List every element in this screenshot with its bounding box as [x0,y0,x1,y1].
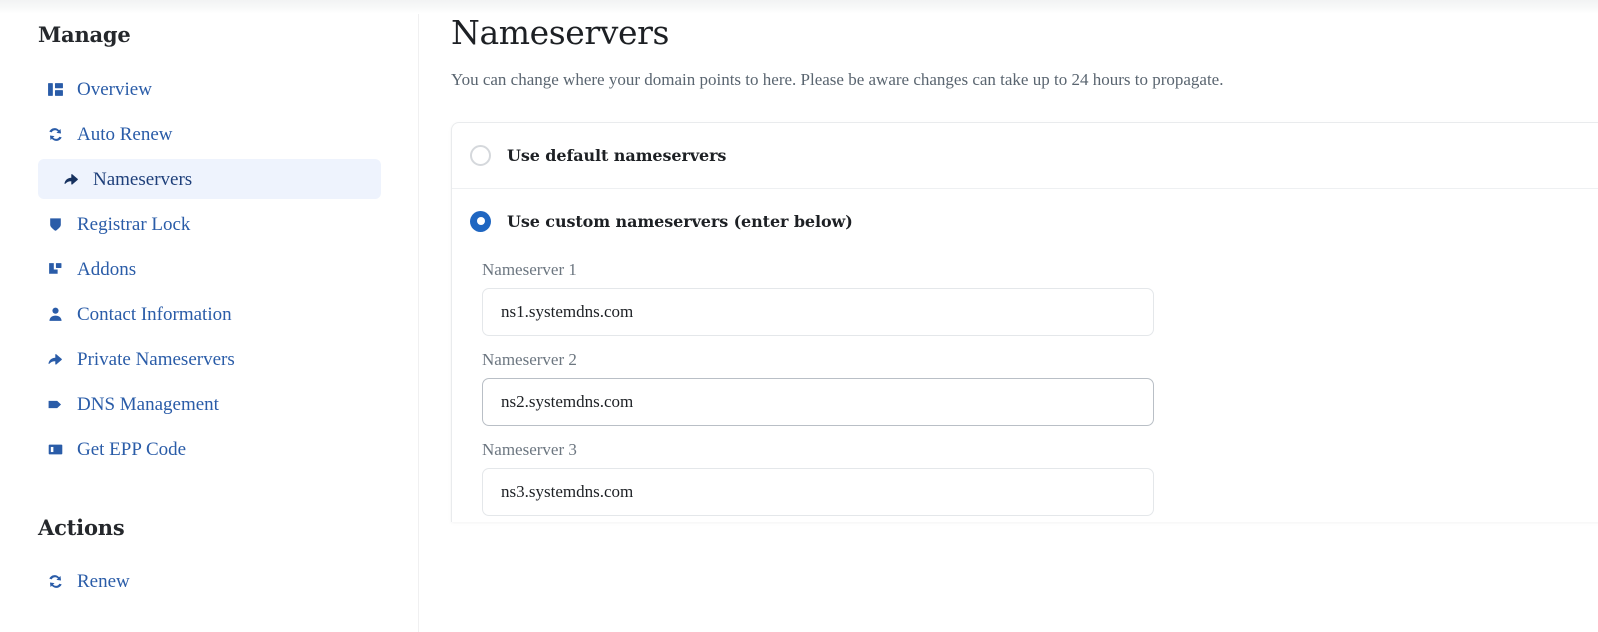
page-layout: Manage Overview Auto Renew Nameservers R… [0,0,1598,632]
refresh-sync-icon [46,125,65,144]
input-nameserver-1[interactable] [482,287,1154,336]
shield-icon [46,215,65,234]
main-content: Nameservers You can change where your do… [419,0,1598,632]
field-label-nameserver-3: Nameserver 3 [482,439,577,459]
sidebar-item-registrar-lock[interactable]: Registrar Lock [38,204,381,244]
field-label-nameserver-2: Nameserver 2 [482,349,577,369]
arrow-right-curved-icon [46,350,65,369]
sidebar: Manage Overview Auto Renew Nameservers R… [0,0,419,632]
input-nameserver-2[interactable] [482,377,1154,426]
sidebar-item-dns-management[interactable]: DNS Management [38,384,381,424]
sidebar-item-label: Private Nameservers [77,348,235,370]
radio-label-custom-nameservers[interactable]: Use custom nameservers (enter below) [507,212,853,231]
option-row-default-nameservers[interactable]: Use default nameservers [452,123,1598,189]
sidebar-item-label: Contact Information [77,303,232,325]
option-row-custom-nameservers[interactable]: Use custom nameservers (enter below) [452,189,1598,246]
input-nameserver-3[interactable] [482,467,1154,516]
sidebar-item-label: DNS Management [77,393,219,415]
layout-columns-icon [46,80,65,99]
tag-icon [46,395,65,414]
sidebar-item-get-epp-code[interactable]: Get EPP Code [38,429,381,469]
page-title: Nameservers [451,13,670,52]
radio-custom-nameservers[interactable] [470,210,491,232]
field-nameserver-2: Nameserver 2 [482,350,1598,426]
radio-label-default-nameservers[interactable]: Use default nameservers [507,146,726,165]
sidebar-item-renew[interactable]: Renew [38,561,381,601]
sidebar-item-label: Get EPP Code [77,438,187,460]
radio-default-nameservers[interactable] [470,144,491,166]
sidebar-item-addons[interactable]: Addons [38,249,381,289]
sidebar-heading-manage: Manage [38,22,131,47]
sidebar-item-label: Addons [77,258,137,280]
sidebar-item-label: Overview [77,78,152,100]
sidebar-manage-nav: Overview Auto Renew Nameservers Registra… [38,69,419,469]
sidebar-actions-nav: Renew [38,561,419,601]
field-spacer [482,432,1598,440]
sidebar-heading-actions: Actions [38,515,125,540]
sidebar-item-private-nameservers[interactable]: Private Nameservers [38,339,381,379]
sidebar-item-label: Nameservers [93,168,193,190]
field-nameserver-3: Nameserver 3 [482,440,1598,516]
nameservers-card: Use default nameservers Use custom names… [451,121,1598,522]
sidebar-item-label: Auto Renew [77,123,173,145]
page-subtitle: You can change where your domain points … [451,69,1224,89]
user-icon [46,305,65,324]
sidebar-item-label: Registrar Lock [77,213,191,235]
sidebar-item-label: Renew [77,570,130,592]
sidebar-item-nameservers[interactable]: Nameservers [38,159,381,199]
field-spacer [482,342,1598,350]
field-label-nameserver-1: Nameserver 1 [482,259,577,279]
sidebar-item-overview[interactable]: Overview [38,69,381,109]
addons-blocks-icon [46,260,65,279]
sidebar-item-contact-information[interactable]: Contact Information [38,294,381,334]
epp-code-icon [46,440,65,459]
nameserver-fields: Nameserver 1 Nameserver 2 Nameserver 3 [452,246,1598,516]
sidebar-item-auto-renew[interactable]: Auto Renew [38,114,381,154]
refresh-sync-icon [46,572,65,591]
arrow-right-curved-icon [62,170,81,189]
field-nameserver-1: Nameserver 1 [482,260,1598,336]
